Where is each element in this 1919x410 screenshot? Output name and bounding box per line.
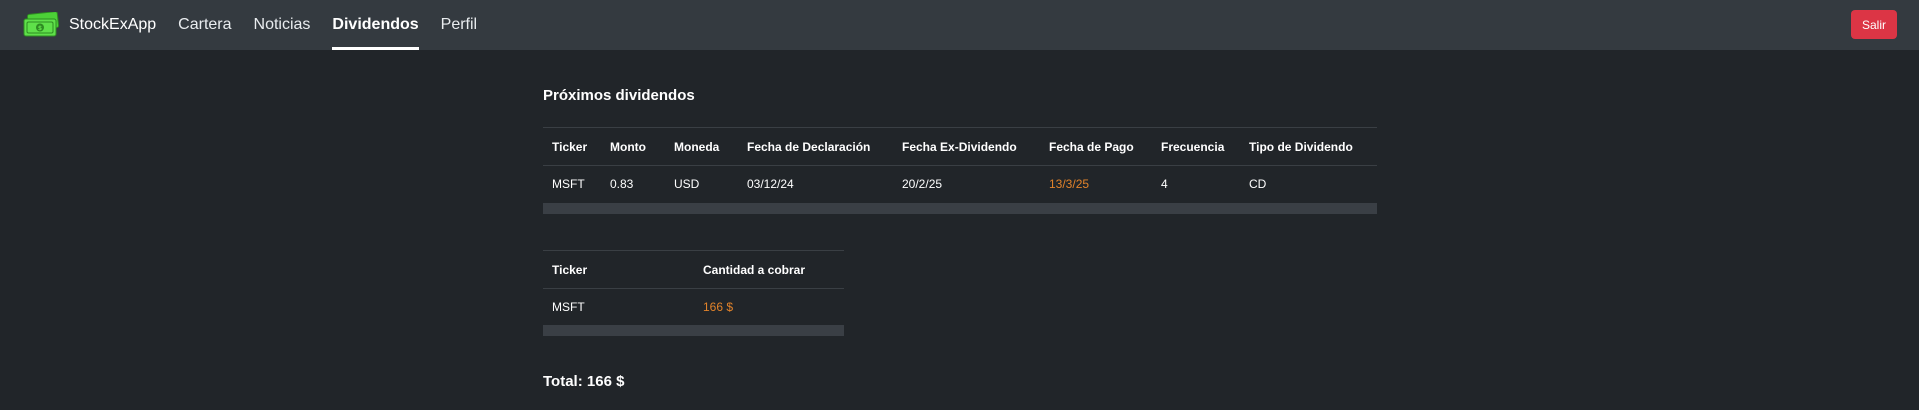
column-header: Fecha Ex-Dividendo [893, 127, 1040, 166]
column-header: Moneda [665, 127, 738, 166]
upcoming-dividends-table: Ticker Monto Moneda Fecha de Declaración… [543, 127, 1377, 202]
money-bills-icon: $ [23, 12, 60, 37]
nav-link-noticias[interactable]: Noticias [254, 0, 311, 50]
nav-link-dividendos[interactable]: Dividendos [332, 0, 419, 50]
table-row: MSFT 166 $ [543, 289, 844, 326]
cell-currency: USD [674, 177, 700, 191]
column-header: Fecha de Pago [1040, 127, 1152, 166]
cell-ticker: MSFT [552, 300, 585, 314]
section-title: Próximos dividendos [543, 87, 695, 104]
brand[interactable]: $ StockExApp [22, 0, 156, 50]
cell-ticker: MSFT [552, 177, 585, 191]
nav-link-perfil[interactable]: Perfil [441, 0, 477, 50]
total-label: Total: 166 $ [543, 373, 625, 390]
column-header: Fecha de Declaración [738, 127, 893, 166]
brand-name: StockExApp [69, 16, 157, 33]
horizontal-scrollbar[interactable] [543, 325, 844, 336]
column-header: Ticker [543, 250, 694, 289]
column-header: Tipo de Dividendo [1240, 127, 1377, 166]
nav-link-cartera[interactable]: Cartera [178, 0, 231, 50]
column-header: Monto [601, 127, 665, 166]
logout-button[interactable]: Salir [1850, 10, 1897, 39]
cell-frequency: 4 [1161, 177, 1168, 191]
cell-amount-to-collect: 166 $ [703, 300, 734, 314]
table-header-row: Ticker Cantidad a cobrar [543, 250, 844, 289]
column-header: Ticker [543, 127, 601, 166]
cell-dividend-type: CD [1249, 177, 1267, 191]
cell-ex-dividend-date: 20/2/25 [902, 177, 943, 191]
cell-declaration-date: 03/12/24 [747, 177, 794, 191]
cell-payment-date: 13/3/25 [1049, 177, 1090, 191]
amount-to-collect-table: Ticker Cantidad a cobrar MSFT 166 $ [543, 250, 844, 325]
top-navbar: $ StockExApp Cartera Noticias Dividendos… [0, 0, 1919, 50]
column-header: Frecuencia [1152, 127, 1240, 166]
table-row: MSFT 0.83 USD 03/12/24 20/2/25 13/3/25 4… [543, 166, 1377, 203]
cell-amount: 0.83 [610, 177, 634, 191]
horizontal-scrollbar[interactable] [543, 203, 1377, 214]
table-header-row: Ticker Monto Moneda Fecha de Declaración… [543, 127, 1377, 166]
svg-text:$: $ [38, 25, 42, 32]
column-header: Cantidad a cobrar [694, 250, 844, 289]
